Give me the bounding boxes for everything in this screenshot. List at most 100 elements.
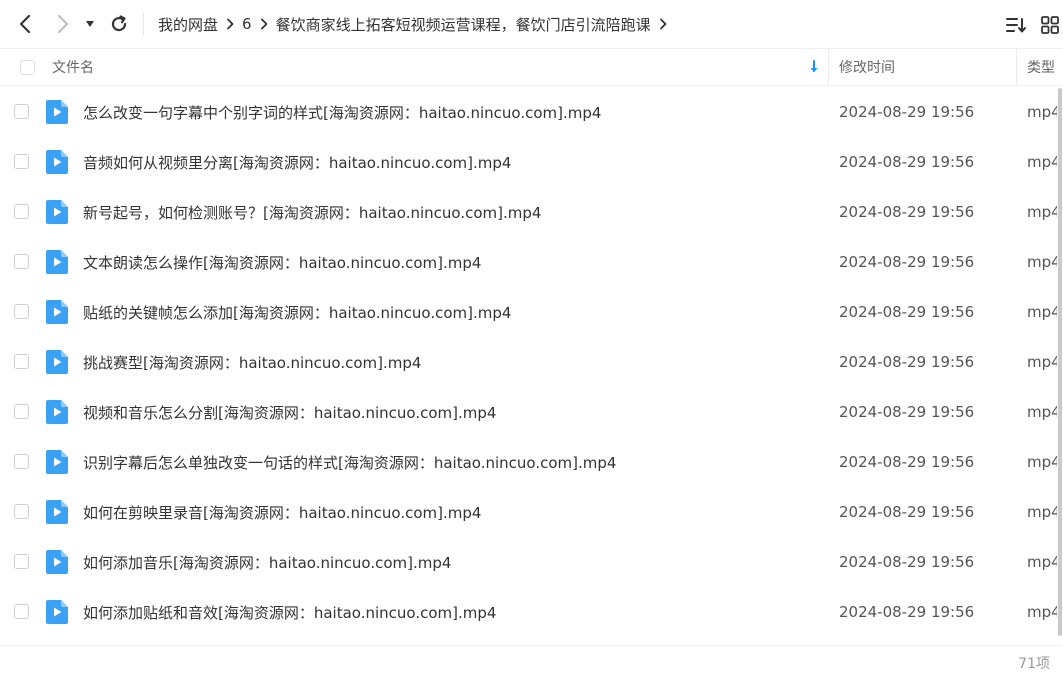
column-divider[interactable] xyxy=(828,49,829,85)
vertical-scrollbar[interactable] xyxy=(1058,88,1062,636)
video-file-icon xyxy=(46,550,68,574)
file-name[interactable]: 视频和音乐怎么分割[海淘资源网：haitao.nincuo.com].mp4 xyxy=(83,387,496,437)
column-header-modified[interactable]: 修改时间 xyxy=(839,49,895,85)
file-name[interactable]: 如何在剪映里录音[海淘资源网：haitao.nincuo.com].mp4 xyxy=(83,487,481,537)
file-row[interactable]: 如何在剪映里录音[海淘资源网：haitao.nincuo.com].mp4 20… xyxy=(0,487,1063,537)
row-checkbox[interactable] xyxy=(14,354,29,369)
file-modified-time: 2024-08-29 19:56 xyxy=(839,153,975,171)
chevron-right-icon xyxy=(252,18,276,30)
video-file-icon xyxy=(46,600,68,624)
forward-button[interactable] xyxy=(50,10,76,38)
file-row[interactable]: 如何添加音乐[海淘资源网：haitao.nincuo.com].mp4 2024… xyxy=(0,537,1063,587)
video-file-icon xyxy=(46,450,68,474)
refresh-icon xyxy=(111,15,127,32)
file-name[interactable]: 挑战赛型[海淘资源网：haitao.nincuo.com].mp4 xyxy=(83,337,421,387)
history-dropdown[interactable] xyxy=(80,10,100,38)
item-count: 71项 xyxy=(1018,655,1050,672)
file-name[interactable]: 文本朗读怎么操作[海淘资源网：haitao.nincuo.com].mp4 xyxy=(83,237,481,287)
file-modified-time: 2024-08-29 19:56 xyxy=(839,353,975,371)
file-type: mp4 xyxy=(1027,603,1057,621)
file-type: mp4 xyxy=(1027,153,1057,171)
breadcrumb-item-folder[interactable]: 6 xyxy=(242,15,252,33)
file-modified-time: 2024-08-29 19:56 xyxy=(839,103,975,121)
file-name[interactable]: 识别字幕后怎么单独改变一句话的样式[海淘资源网：haitao.nincuo.co… xyxy=(83,437,616,487)
arrow-right-icon xyxy=(57,14,69,34)
row-checkbox[interactable] xyxy=(14,454,29,469)
breadcrumb-item-current[interactable]: 餐饮商家线上拓客短视频运营课程，餐饮门店引流陪跑课 xyxy=(276,14,651,35)
file-name[interactable]: 音频如何从视频里分离[海淘资源网：haitao.nincuo.com].mp4 xyxy=(83,137,511,187)
refresh-button[interactable] xyxy=(106,10,132,38)
sort-button[interactable] xyxy=(1004,13,1028,37)
table-header: 文件名 修改时间 类型 xyxy=(0,48,1063,86)
file-name[interactable]: 新号起号，如何检测账号？[海淘资源网：haitao.nincuo.com].mp… xyxy=(83,187,541,237)
row-checkbox[interactable] xyxy=(14,104,29,119)
file-name[interactable]: 怎么改变一句字幕中个别字词的样式[海淘资源网：haitao.nincuo.com… xyxy=(83,87,601,137)
row-checkbox[interactable] xyxy=(14,204,29,219)
breadcrumb-item-root[interactable]: 我的网盘 xyxy=(158,14,218,35)
arrow-left-icon xyxy=(19,14,31,34)
back-button[interactable] xyxy=(12,10,38,38)
row-checkbox[interactable] xyxy=(14,404,29,419)
video-file-icon xyxy=(46,250,68,274)
file-modified-time: 2024-08-29 19:56 xyxy=(839,603,975,621)
file-modified-time: 2024-08-29 19:56 xyxy=(839,403,975,421)
view-toggle-button[interactable] xyxy=(1038,13,1062,37)
file-modified-time: 2024-08-29 19:56 xyxy=(839,553,975,571)
file-type: mp4 xyxy=(1027,453,1057,471)
row-checkbox[interactable] xyxy=(14,154,29,169)
file-row[interactable]: 贴纸的关键帧怎么添加[海淘资源网：haitao.nincuo.com].mp4 … xyxy=(0,287,1063,337)
file-row[interactable]: 识别字幕后怎么单独改变一句话的样式[海淘资源网：haitao.nincuo.co… xyxy=(0,437,1063,487)
file-modified-time: 2024-08-29 19:56 xyxy=(839,503,975,521)
file-type: mp4 xyxy=(1027,353,1057,371)
file-row[interactable]: 视频和音乐怎么分割[海淘资源网：haitao.nincuo.com].mp4 2… xyxy=(0,387,1063,437)
file-type: mp4 xyxy=(1027,503,1057,521)
sort-list-icon xyxy=(1006,18,1026,33)
file-type: mp4 xyxy=(1027,253,1057,271)
file-type: mp4 xyxy=(1027,103,1057,121)
file-row[interactable]: 音频如何从视频里分离[海淘资源网：haitao.nincuo.com].mp4 … xyxy=(0,137,1063,187)
toolbar-divider xyxy=(143,12,144,36)
file-row[interactable]: 文本朗读怎么操作[海淘资源网：haitao.nincuo.com].mp4 20… xyxy=(0,237,1063,287)
video-file-icon xyxy=(46,350,68,374)
row-checkbox[interactable] xyxy=(14,254,29,269)
video-file-icon xyxy=(46,200,68,224)
video-file-icon xyxy=(46,300,68,324)
caret-down-icon xyxy=(86,21,94,27)
select-all-cell xyxy=(20,49,35,85)
select-all-checkbox[interactable] xyxy=(20,59,35,75)
video-file-icon xyxy=(46,400,68,424)
grid-view-icon xyxy=(1041,16,1059,34)
column-divider[interactable] xyxy=(1016,49,1017,85)
file-row[interactable]: 挑战赛型[海淘资源网：haitao.nincuo.com].mp4 2024-0… xyxy=(0,337,1063,387)
row-checkbox[interactable] xyxy=(14,304,29,319)
file-list: 怎么改变一句字幕中个别字词的样式[海淘资源网：haitao.nincuo.com… xyxy=(0,87,1063,637)
file-modified-time: 2024-08-29 19:56 xyxy=(839,303,975,321)
breadcrumb: 我的网盘 6 餐饮商家线上拓客短视频运营课程，餐饮门店引流陪跑课 xyxy=(158,0,675,48)
row-checkbox[interactable] xyxy=(14,504,29,519)
row-checkbox[interactable] xyxy=(14,604,29,619)
file-type: mp4 xyxy=(1027,553,1057,571)
file-row[interactable]: 如何添加贴纸和音效[海淘资源网：haitao.nincuo.com].mp4 2… xyxy=(0,587,1063,637)
video-file-icon xyxy=(46,100,68,124)
video-file-icon xyxy=(46,150,68,174)
chevron-right-icon xyxy=(651,18,675,30)
file-row[interactable]: 新号起号，如何检测账号？[海淘资源网：haitao.nincuo.com].mp… xyxy=(0,187,1063,237)
status-bar: 71项 xyxy=(0,645,1063,679)
file-type: mp4 xyxy=(1027,303,1057,321)
sort-descending-icon[interactable] xyxy=(808,49,820,85)
file-name[interactable]: 如何添加贴纸和音效[海淘资源网：haitao.nincuo.com].mp4 xyxy=(83,587,496,637)
chevron-right-icon xyxy=(218,18,242,30)
toolbar: 我的网盘 6 餐饮商家线上拓客短视频运营课程，餐饮门店引流陪跑课 xyxy=(0,0,1063,48)
column-header-type[interactable]: 类型 xyxy=(1027,49,1055,85)
column-header-name[interactable]: 文件名 xyxy=(52,49,94,85)
file-name[interactable]: 贴纸的关键帧怎么添加[海淘资源网：haitao.nincuo.com].mp4 xyxy=(83,287,511,337)
file-type: mp4 xyxy=(1027,203,1057,221)
file-modified-time: 2024-08-29 19:56 xyxy=(839,453,975,471)
file-modified-time: 2024-08-29 19:56 xyxy=(839,253,975,271)
video-file-icon xyxy=(46,500,68,524)
file-type: mp4 xyxy=(1027,403,1057,421)
file-modified-time: 2024-08-29 19:56 xyxy=(839,203,975,221)
row-checkbox[interactable] xyxy=(14,554,29,569)
file-name[interactable]: 如何添加音乐[海淘资源网：haitao.nincuo.com].mp4 xyxy=(83,537,451,587)
file-row[interactable]: 怎么改变一句字幕中个别字词的样式[海淘资源网：haitao.nincuo.com… xyxy=(0,87,1063,137)
